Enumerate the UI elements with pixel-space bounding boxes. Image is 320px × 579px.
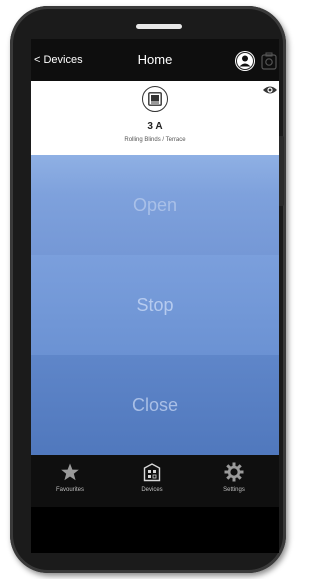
devices-icon <box>142 462 162 482</box>
stop-button[interactable]: Stop <box>31 255 279 355</box>
device-header: 3 A Rolling Blinds / Terrace <box>31 81 279 155</box>
tab-devices[interactable]: Devices <box>122 459 182 505</box>
device-location: Rolling Blinds / Terrace <box>124 137 186 143</box>
tab-favourites[interactable]: Favourites <box>40 459 100 505</box>
user-icon[interactable] <box>235 51 255 71</box>
back-to-devices-link[interactable]: < Devices <box>34 54 83 66</box>
star-icon <box>60 462 80 482</box>
app-screen: < Devices Home 3 A Rolling Blinds / Terr… <box>31 39 279 553</box>
blinds-icon <box>142 86 168 112</box>
tab-label-settings: Settings <box>223 487 245 493</box>
close-button[interactable]: Close <box>31 355 279 455</box>
tab-label-devices: Devices <box>141 487 163 493</box>
tab-settings[interactable]: Settings <box>204 459 264 505</box>
phone-speaker <box>136 24 182 29</box>
bottom-tab-bar: Favourites Devices Settings <box>31 455 279 507</box>
top-navigation-bar: < Devices Home <box>31 39 279 81</box>
camera-icon[interactable] <box>260 51 278 71</box>
bottom-safe-area <box>31 507 279 553</box>
tab-label-favourites: Favourites <box>55 487 84 493</box>
eye-icon[interactable] <box>262 83 278 95</box>
device-name: 3 A <box>147 121 163 132</box>
open-button[interactable]: Open <box>31 155 279 255</box>
gear-icon <box>224 462 244 482</box>
